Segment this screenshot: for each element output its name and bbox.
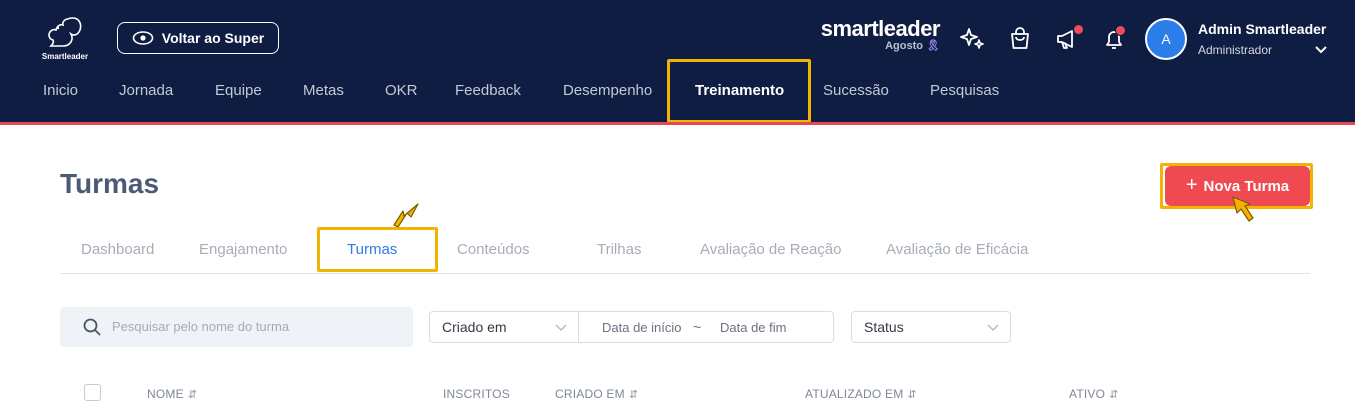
- tab-conteudos[interactable]: Conteúdos: [457, 241, 530, 258]
- search-field[interactable]: Pesquisar pelo nome do turma: [60, 307, 413, 347]
- sort-icon[interactable]: ⇵: [907, 389, 916, 401]
- tab-trilhas[interactable]: Trilhas: [597, 241, 641, 258]
- date-range-filter[interactable]: Criado em Data de início ~ Data de fim: [429, 311, 834, 343]
- logo-text: Smartleader: [41, 52, 89, 61]
- page-title: Turmas: [60, 168, 160, 199]
- highlight-box: [317, 227, 438, 272]
- date-field-select[interactable]: Criado em: [430, 312, 579, 342]
- chevron-down-icon: [555, 324, 567, 332]
- sparkles-icon[interactable]: [959, 26, 985, 52]
- user-avatar[interactable]: A: [1145, 18, 1187, 60]
- column-header-inscritos: INSCRITOS: [443, 387, 510, 401]
- top-header: Smartleader Voltar ao Super smartleader …: [0, 0, 1355, 123]
- tabs-divider: [60, 273, 1310, 274]
- date-range-separator: ~: [693, 319, 702, 335]
- nav-item-equipe[interactable]: Equipe: [215, 82, 262, 99]
- nav-item-feedback[interactable]: Feedback: [455, 82, 521, 99]
- status-select[interactable]: Status: [851, 311, 1011, 343]
- nav-item-metas[interactable]: Metas: [303, 82, 344, 99]
- nav-item-inicio[interactable]: Inicio: [43, 82, 78, 99]
- notification-dot: [1073, 24, 1084, 35]
- nav-item-sucessao[interactable]: Sucessão: [823, 82, 889, 99]
- pointer-arrow-icon: [1232, 196, 1254, 222]
- sort-icon[interactable]: ⇵: [629, 389, 638, 401]
- brand-block: smartleader Agosto 🎗: [812, 16, 941, 52]
- chevron-down-icon[interactable]: [1314, 42, 1328, 60]
- nav-item-pesquisas[interactable]: Pesquisas: [930, 82, 999, 99]
- tab-engajamento[interactable]: Engajamento: [199, 241, 287, 258]
- search-input[interactable]: Pesquisar pelo nome do turma: [112, 319, 289, 334]
- nav-item-desempenho[interactable]: Desempenho: [563, 82, 652, 99]
- header-accent-line: [0, 122, 1355, 125]
- back-to-super-label: Voltar ao Super: [161, 30, 265, 46]
- date-start-input[interactable]: Data de início: [602, 320, 682, 335]
- sort-icon[interactable]: ⇵: [1109, 389, 1118, 401]
- date-end-input[interactable]: Data de fim: [720, 320, 786, 335]
- column-header-ativo[interactable]: ATIVO ⇵: [1069, 387, 1119, 401]
- eye-swap-icon: [132, 31, 154, 45]
- megaphone-icon[interactable]: [1055, 24, 1084, 52]
- search-icon: [83, 318, 101, 336]
- bell-icon[interactable]: [1101, 25, 1127, 52]
- select-all-checkbox[interactable]: [84, 384, 101, 401]
- column-header-criado-em[interactable]: CRIADO EM ⇵: [555, 387, 638, 401]
- tab-avaliacao-reacao[interactable]: Avaliação de Reação: [700, 241, 842, 258]
- nav-item-okr[interactable]: OKR: [385, 82, 418, 99]
- highlight-box: [667, 59, 811, 123]
- status-select-value: Status: [864, 319, 904, 335]
- brand-month-text: Agosto: [885, 40, 923, 52]
- sort-icon[interactable]: ⇵: [188, 389, 197, 401]
- smartleader-logo[interactable]: Smartleader: [40, 14, 90, 62]
- awareness-ribbon-icon: 🎗: [926, 40, 940, 52]
- tab-avaliacao-eficacia[interactable]: Avaliação de Eficácia: [886, 241, 1028, 258]
- back-to-super-button[interactable]: Voltar ao Super: [117, 22, 279, 54]
- user-role: Administrador: [1198, 43, 1273, 57]
- tab-dashboard[interactable]: Dashboard: [81, 241, 154, 258]
- date-field-value: Criado em: [442, 319, 507, 335]
- notification-dot: [1115, 25, 1126, 36]
- shopping-bag-icon[interactable]: [1007, 26, 1033, 52]
- pointer-arrow-icon: [393, 203, 419, 228]
- user-name[interactable]: Admin Smartleader: [1198, 21, 1326, 37]
- chevron-down-icon: [987, 324, 999, 332]
- column-header-atualizado-em[interactable]: ATUALIZADO EM ⇵: [805, 387, 917, 401]
- squirrel-logo-icon: [48, 17, 82, 47]
- column-header-nome[interactable]: NOME ⇵: [147, 387, 197, 401]
- nav-item-jornada[interactable]: Jornada: [119, 82, 173, 99]
